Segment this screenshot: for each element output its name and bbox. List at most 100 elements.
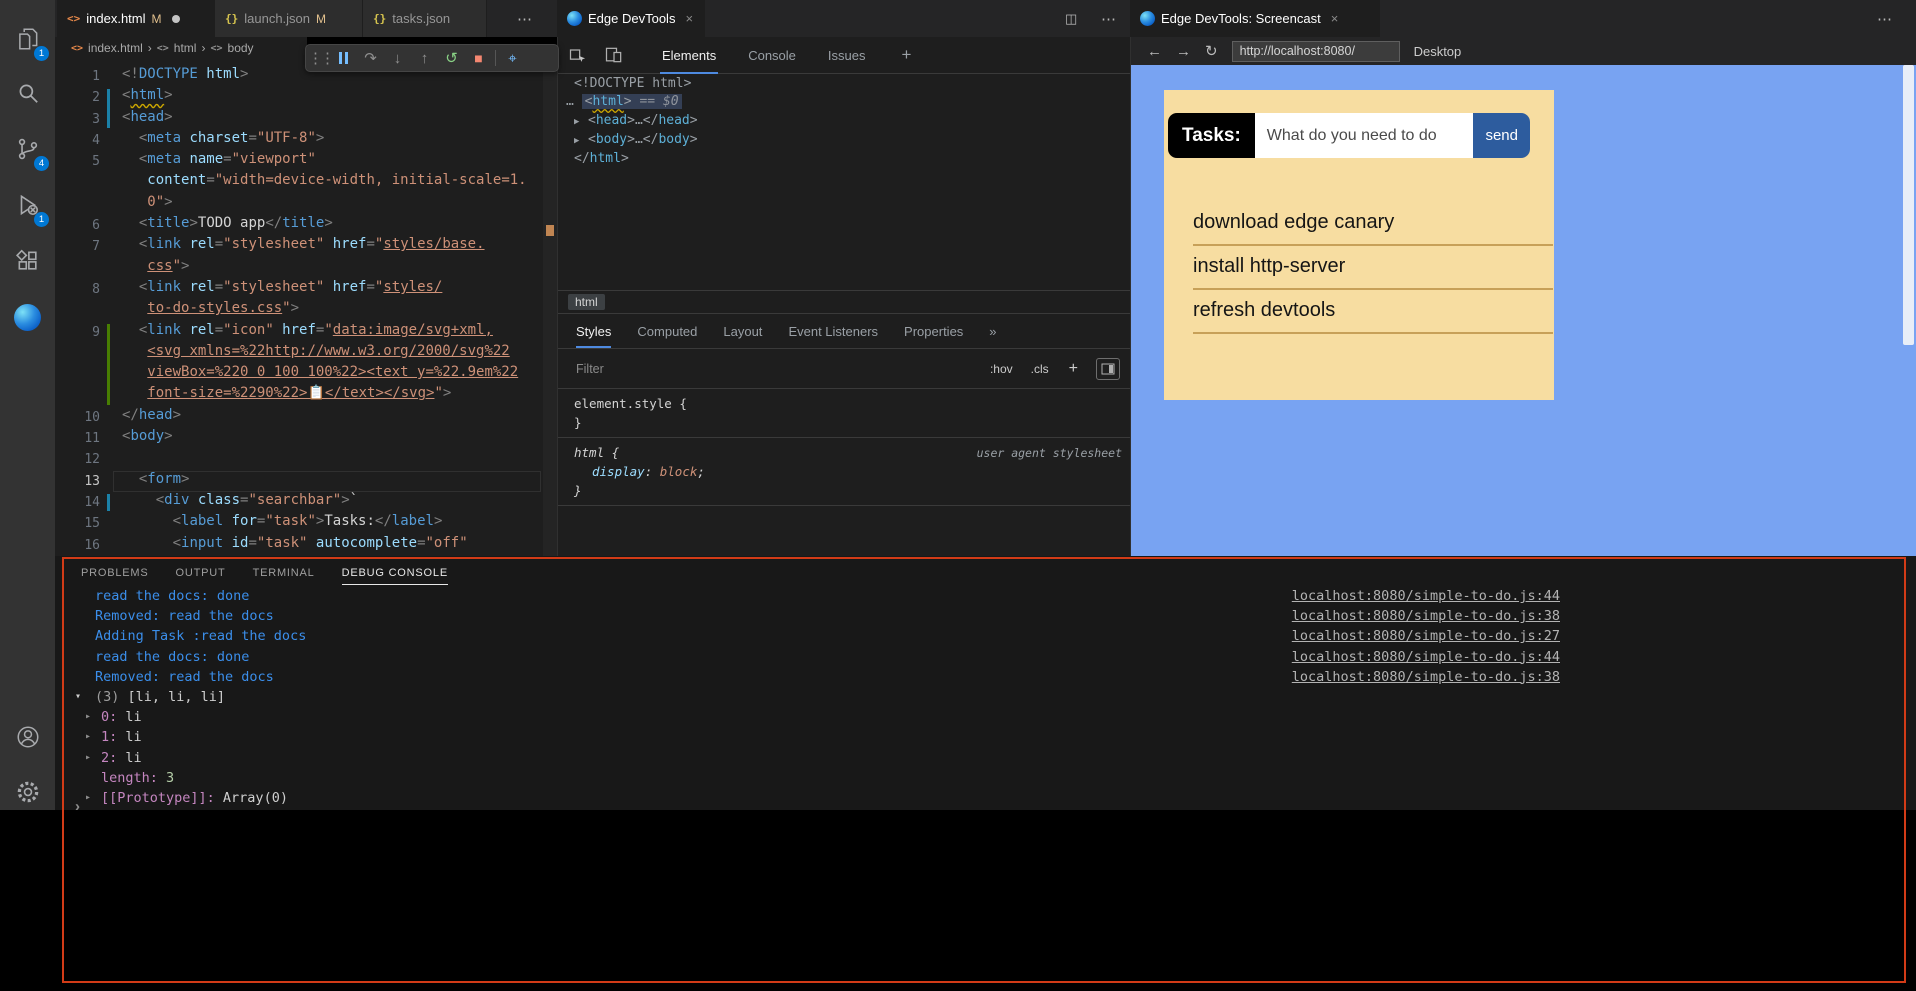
forward-button[interactable]: →: [1176, 43, 1191, 60]
tab-event-listeners[interactable]: Event Listeners: [788, 324, 878, 339]
code-lines[interactable]: 1<!DOCTYPE html>2<html>3<head>4 <meta ch…: [55, 66, 557, 556]
hov-button[interactable]: :hov: [990, 362, 1013, 376]
explorer-button[interactable]: 1: [0, 14, 55, 64]
inspect-element-icon[interactable]: [568, 45, 588, 65]
twisty-icon[interactable]: ▸: [85, 752, 91, 763]
console-row[interactable]: ▸2: li: [55, 748, 1560, 768]
add-tool-tab-button[interactable]: +: [901, 45, 911, 65]
step-over-button[interactable]: ↷: [357, 46, 384, 70]
tab-index-html[interactable]: <> index.html M: [57, 0, 215, 37]
code-editor[interactable]: 1<!DOCTYPE html>2<html>3<head>4 <meta ch…: [55, 59, 557, 556]
dom-node[interactable]: ▶<body>…</body>: [558, 131, 1130, 150]
code-row[interactable]: 9 <link rel="icon" href="data:image/svg+…: [55, 322, 557, 343]
edge-devtools-view-button[interactable]: [0, 292, 55, 342]
tab-edge-devtools[interactable]: Edge DevTools ×: [557, 0, 705, 37]
cls-button[interactable]: .cls: [1031, 362, 1049, 376]
tab-debug-console[interactable]: DEBUG CONSOLE: [342, 562, 448, 585]
close-icon[interactable]: ×: [1331, 11, 1339, 26]
code-row[interactable]: 11<body>: [55, 428, 557, 449]
run-debug-button[interactable]: 1: [0, 180, 55, 230]
restart-button[interactable]: ↺: [438, 46, 465, 70]
editor-scrollbar[interactable]: [543, 59, 557, 556]
todo-item[interactable]: refresh devtools: [1193, 290, 1553, 334]
styles-pane[interactable]: element.style { } user agent stylesheet …: [558, 389, 1130, 506]
dom-node[interactable]: </html>: [558, 150, 1130, 168]
twisty-icon[interactable]: ▸: [85, 792, 91, 803]
code-row[interactable]: 0">: [55, 194, 557, 215]
extensions-button[interactable]: [0, 236, 55, 286]
new-style-rule-button[interactable]: +: [1069, 360, 1078, 378]
tab-styles[interactable]: Styles: [576, 315, 611, 348]
tab-launch-json[interactable]: {} launch.json M: [215, 0, 363, 37]
console-row[interactable]: Adding Task :read the docslocalhost:8080…: [55, 626, 1560, 646]
dom-node[interactable]: … <html> == $0: [558, 93, 1130, 111]
code-row[interactable]: <svg xmlns=%22http://www.w3.org/2000/svg…: [55, 343, 557, 364]
source-link[interactable]: localhost:8080/simple-to-do.js:44: [1292, 649, 1560, 665]
code-row[interactable]: 3<head>: [55, 109, 557, 130]
tab-elements[interactable]: Elements: [660, 37, 718, 74]
send-button[interactable]: send: [1473, 113, 1530, 158]
breadcrumb-node[interactable]: body: [228, 41, 254, 55]
dirty-indicator[interactable]: [172, 15, 180, 23]
code-row[interactable]: 6 <title>TODO app</title>: [55, 215, 557, 236]
code-row[interactable]: 16 <input id="task" autocomplete="off": [55, 535, 557, 556]
drag-grip-icon[interactable]: ⋮⋮: [310, 46, 330, 70]
tab-tasks-json[interactable]: {} tasks.json: [363, 0, 487, 37]
code-row[interactable]: 10</head>: [55, 407, 557, 428]
console-row[interactable]: ▸0: li: [55, 707, 1560, 727]
page-scrollbar-thumb[interactable]: [1903, 65, 1914, 345]
close-icon[interactable]: ×: [685, 11, 693, 26]
debug-toolbar[interactable]: ⋮⋮ ↷ ↓ ↑ ↺ ■ ⌖: [305, 44, 559, 72]
code-row[interactable]: font-size=%2290%22>📋</text></svg>">: [55, 385, 557, 406]
twisty-icon[interactable]: ▸: [85, 731, 91, 742]
tab-output[interactable]: OUTPUT: [176, 562, 226, 584]
reload-button[interactable]: ↻: [1205, 42, 1218, 60]
console-row[interactable]: Removed: read the docslocalhost:8080/sim…: [55, 606, 1560, 626]
mid-group-more-actions[interactable]: ⋯: [1101, 0, 1116, 37]
tab-problems[interactable]: PROBLEMS: [81, 562, 149, 584]
tab-terminal[interactable]: TERMINAL: [253, 562, 315, 584]
task-input[interactable]: What do you need to do: [1255, 113, 1474, 158]
stop-button[interactable]: ■: [465, 46, 492, 70]
twisty-icon[interactable]: ▸: [85, 711, 91, 722]
source-link[interactable]: localhost:8080/simple-to-do.js:27: [1292, 628, 1560, 644]
code-row[interactable]: content="width=device-width, initial-sca…: [55, 172, 557, 193]
css-property[interactable]: display: [592, 464, 645, 479]
device-emulation-icon[interactable]: [604, 45, 624, 65]
todo-item[interactable]: download edge canary: [1193, 202, 1553, 246]
code-row[interactable]: 2<html>: [55, 87, 557, 108]
dom-node[interactable]: ▶<head>…</head>: [558, 112, 1130, 131]
code-row[interactable]: 8 <link rel="stylesheet" href="styles/: [55, 279, 557, 300]
left-group-more-actions[interactable]: ⋯: [517, 0, 532, 37]
twisty-icon[interactable]: ▾: [75, 691, 81, 702]
code-row[interactable]: 15 <label for="task">Tasks:</label>: [55, 513, 557, 534]
todo-item[interactable]: install http-server: [1193, 246, 1553, 290]
console-row[interactable]: Removed: read the docslocalhost:8080/sim…: [55, 667, 1560, 687]
url-input[interactable]: [1232, 41, 1400, 62]
tabs-overflow-chevron[interactable]: »: [989, 324, 996, 339]
code-row[interactable]: 7 <link rel="stylesheet" href="styles/ba…: [55, 236, 557, 257]
console-output[interactable]: read the docs: donelocalhost:8080/simple…: [55, 586, 1560, 808]
search-button[interactable]: [0, 68, 55, 118]
pause-button[interactable]: [330, 46, 357, 70]
source-control-button[interactable]: 4: [0, 124, 55, 174]
tab-layout[interactable]: Layout: [723, 324, 762, 339]
split-editor-icon[interactable]: ◫: [1065, 0, 1077, 37]
style-rule-html[interactable]: user agent stylesheet html { display: bl…: [558, 438, 1130, 506]
back-button[interactable]: ←: [1147, 43, 1162, 60]
accounts-button[interactable]: [0, 712, 55, 762]
code-row[interactable]: viewBox=%220 0 100 100%22><text y=%22.9e…: [55, 364, 557, 385]
console-row[interactable]: read the docs: donelocalhost:8080/simple…: [55, 647, 1560, 667]
inspect-button[interactable]: ⌖: [499, 46, 526, 70]
code-row[interactable]: 14 <div class="searchbar">`: [55, 492, 557, 513]
dom-breadcrumb-item[interactable]: html: [568, 294, 605, 310]
expand-arrow-icon[interactable]: ▶: [574, 132, 588, 150]
styles-filter-input[interactable]: Filter: [576, 362, 604, 376]
css-value[interactable]: block: [660, 464, 698, 479]
source-link[interactable]: localhost:8080/simple-to-do.js:44: [1292, 588, 1560, 604]
source-link[interactable]: localhost:8080/simple-to-do.js:38: [1292, 608, 1560, 624]
console-row[interactable]: length: 3: [55, 768, 1560, 788]
code-row[interactable]: 12: [55, 449, 557, 470]
source-link[interactable]: localhost:8080/simple-to-do.js:38: [1292, 669, 1560, 685]
tab-properties[interactable]: Properties: [904, 324, 963, 339]
